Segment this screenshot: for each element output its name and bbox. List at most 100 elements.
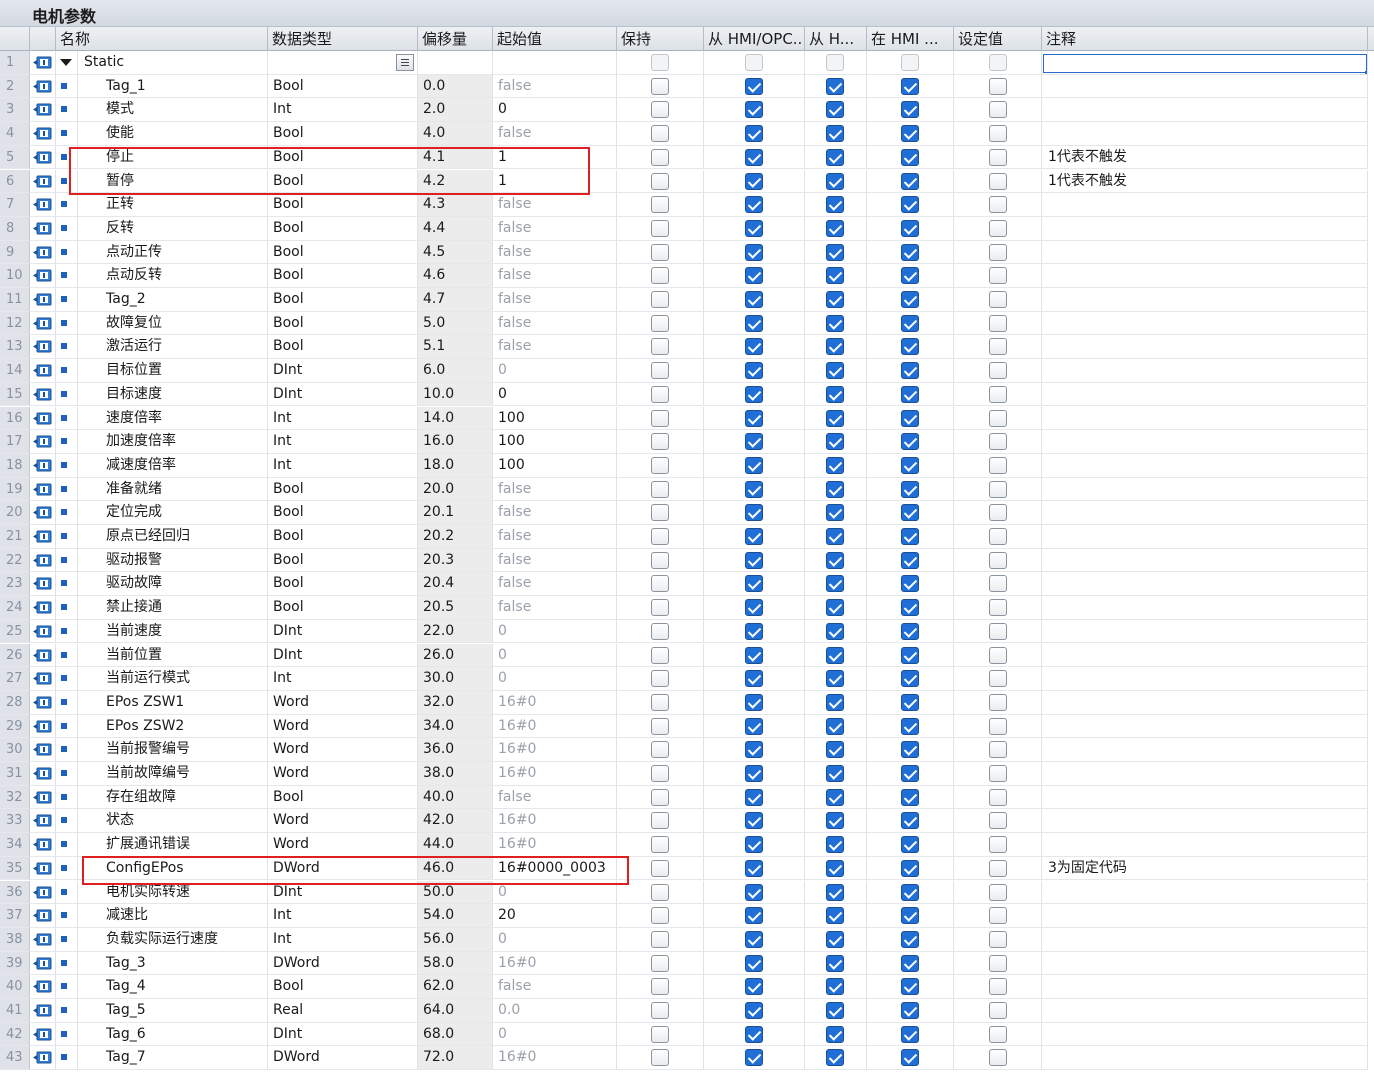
hmi-write-checkbox[interactable] [826,314,844,332]
tag-start-value[interactable]: 16#0 [493,809,617,834]
setpoint-checkbox[interactable] [989,575,1007,593]
tag-start-value[interactable]: 0 [493,359,617,383]
hmi-access-checkbox[interactable] [745,812,763,830]
tag-comment[interactable] [1042,1022,1368,1047]
hmi-access-checkbox[interactable] [745,433,763,451]
table-row[interactable]: 32 存在组故障 Bool 40.0 false [0,785,1374,810]
tag-name[interactable]: Tag_2 [78,288,268,312]
table-row[interactable]: 37 减速比 Int 54.0 20 [0,904,1374,928]
tag-name[interactable]: 当前报警编号 [78,738,268,762]
setpoint-checkbox[interactable] [989,267,1007,285]
retain-checkbox[interactable] [651,243,669,261]
hmi-write-checkbox[interactable] [826,362,844,380]
tag-start-value[interactable]: false [493,122,617,146]
retain-checkbox[interactable] [651,101,669,119]
tag-name[interactable]: 当前位置 [78,643,268,668]
hmi-visible-checkbox[interactable] [901,836,919,854]
tag-start-value[interactable]: false [493,264,617,288]
hmi-visible-checkbox[interactable] [901,717,919,735]
tag-name[interactable]: 电机实际转速 [78,880,268,905]
tag-start-value[interactable]: 16#0000_0003 [493,856,617,881]
hmi-access-checkbox[interactable] [745,409,763,427]
tag-comment[interactable]: 1代表不触发 [1042,169,1368,194]
setpoint-checkbox[interactable] [989,717,1007,735]
hmi-access-checkbox[interactable] [745,504,763,522]
setpoint-checkbox[interactable] [989,504,1007,522]
header-setpoint[interactable]: 设定值 [954,27,1042,51]
tag-start-value[interactable]: 100 [493,406,617,431]
hmi-visible-checkbox[interactable] [901,385,919,403]
tag-comment[interactable] [1042,382,1368,407]
tag-comment[interactable] [1042,98,1368,123]
hmi-access-checkbox[interactable] [745,978,763,996]
retain-checkbox[interactable] [651,836,669,854]
hmi-write-checkbox[interactable] [826,54,844,71]
setpoint-checkbox[interactable] [989,314,1007,332]
tag-data-type[interactable]: Bool [268,525,418,549]
table-row[interactable]: 5 停止 Bool 4.1 1 1代表不触发 [0,145,1374,170]
retain-checkbox[interactable] [651,338,669,356]
tag-data-type[interactable]: DInt [268,619,418,644]
section-type-cell[interactable] [268,51,418,75]
tag-comment[interactable] [1042,216,1368,241]
hmi-write-checkbox[interactable] [826,978,844,996]
tag-start-value[interactable]: 0 [493,98,617,123]
tag-data-type[interactable]: DWord [268,951,418,976]
retain-checkbox[interactable] [651,125,669,143]
tag-comment[interactable] [1042,240,1368,265]
retain-checkbox[interactable] [651,196,669,214]
tag-start-value[interactable]: false [493,785,617,810]
tag-name[interactable]: 暂停 [78,169,268,194]
hmi-visible-checkbox[interactable] [901,622,919,640]
hmi-write-checkbox[interactable] [826,125,844,143]
tag-name[interactable]: 当前运行模式 [78,667,268,691]
hmi-visible-checkbox[interactable] [901,504,919,522]
header-retain[interactable]: 保持 [617,27,704,51]
hmi-access-checkbox[interactable] [745,765,763,782]
tag-data-type[interactable]: Bool [268,74,418,99]
hmi-write-checkbox[interactable] [826,433,844,451]
tag-comment[interactable] [1042,1046,1368,1071]
tag-comment[interactable] [1042,548,1368,573]
tag-data-type[interactable]: DWord [268,856,418,881]
tag-comment[interactable] [1042,74,1368,99]
table-row-section[interactable]: 1 Static [0,51,1374,75]
hmi-visible-checkbox[interactable] [901,1025,919,1043]
setpoint-checkbox[interactable] [989,907,1007,925]
tag-data-type[interactable]: Int [268,667,418,691]
retain-checkbox[interactable] [651,930,669,948]
table-row[interactable]: 12 故障复位 Bool 5.0 false [0,311,1374,336]
hmi-visible-checkbox[interactable] [901,599,919,617]
hmi-write-checkbox[interactable] [826,741,844,759]
hmi-visible-checkbox[interactable] [901,528,919,545]
hmi-access-checkbox[interactable] [745,338,763,356]
tag-name[interactable]: 停止 [78,145,268,170]
tag-comment[interactable] [1042,643,1368,668]
setpoint-checkbox[interactable] [989,291,1007,308]
setpoint-checkbox[interactable] [989,148,1007,166]
tag-start-value[interactable]: 16#0 [493,738,617,762]
tag-comment[interactable] [1042,619,1368,644]
setpoint-checkbox[interactable] [989,243,1007,261]
hmi-write-checkbox[interactable] [826,267,844,285]
hmi-write-checkbox[interactable] [826,77,844,95]
tag-data-type[interactable]: Word [268,809,418,834]
header-type[interactable]: 数据类型 [268,27,418,51]
table-row[interactable]: 17 加速度倍率 Int 16.0 100 [0,430,1374,454]
tag-data-type[interactable]: Bool [268,169,418,194]
tag-data-type[interactable]: Int [268,98,418,123]
hmi-access-checkbox[interactable] [745,456,763,474]
tag-data-type[interactable]: Word [268,738,418,762]
tag-data-type[interactable]: Int [268,904,418,928]
hmi-visible-checkbox[interactable] [901,480,919,498]
table-row[interactable]: 6 暂停 Bool 4.2 1 1代表不触发 [0,169,1374,194]
hmi-write-checkbox[interactable] [826,148,844,166]
tag-start-value[interactable]: 0 [493,880,617,905]
tag-start-value[interactable]: false [493,572,617,597]
table-row[interactable]: 28 EPos ZSW1 Word 32.0 16#0 [0,690,1374,715]
hmi-visible-checkbox[interactable] [901,788,919,806]
tag-data-type[interactable]: Bool [268,785,418,810]
tag-name[interactable]: 目标位置 [78,359,268,383]
retain-checkbox[interactable] [651,883,669,901]
tag-data-type[interactable]: Int [268,927,418,952]
